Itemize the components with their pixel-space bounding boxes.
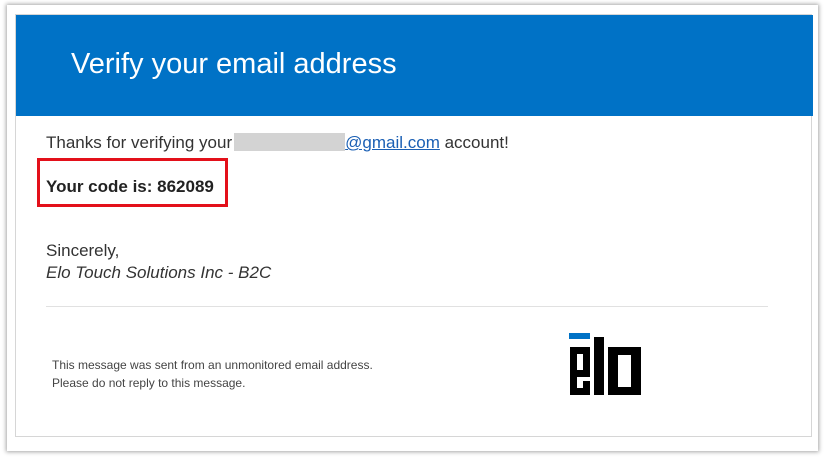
company-name: Elo Touch Solutions Inc - B2C bbox=[46, 263, 272, 282]
elo-logo-letter-o bbox=[608, 347, 641, 395]
elo-logo-accent-bar bbox=[569, 333, 590, 339]
footer-note-line-1: This message was sent from an unmonitore… bbox=[52, 358, 373, 372]
sign-off: Sincerely, bbox=[46, 241, 120, 260]
elo-logo-letter-e bbox=[570, 347, 590, 395]
thanks-line: Thanks for verifying your @gmail.com acco… bbox=[46, 133, 509, 153]
footer-note: This message was sent from an unmonitore… bbox=[52, 356, 373, 392]
redacted-email-user bbox=[234, 133, 346, 151]
elo-logo bbox=[569, 333, 641, 395]
footer-divider bbox=[46, 306, 768, 307]
thanks-prefix: Thanks for verifying your bbox=[46, 133, 233, 152]
thanks-suffix: account! bbox=[439, 133, 509, 152]
email-card: Verify your email address Thanks for ver… bbox=[15, 14, 813, 437]
footer-note-line-2: Please do not reply to this message. bbox=[52, 376, 246, 390]
verification-code: Your code is: 862089 bbox=[46, 177, 214, 196]
email-address-link[interactable]: @gmail.com bbox=[345, 133, 440, 152]
elo-logo-letter-l bbox=[594, 337, 604, 395]
email-header: Verify your email address bbox=[16, 15, 813, 116]
email-title: Verify your email address bbox=[71, 48, 397, 80]
